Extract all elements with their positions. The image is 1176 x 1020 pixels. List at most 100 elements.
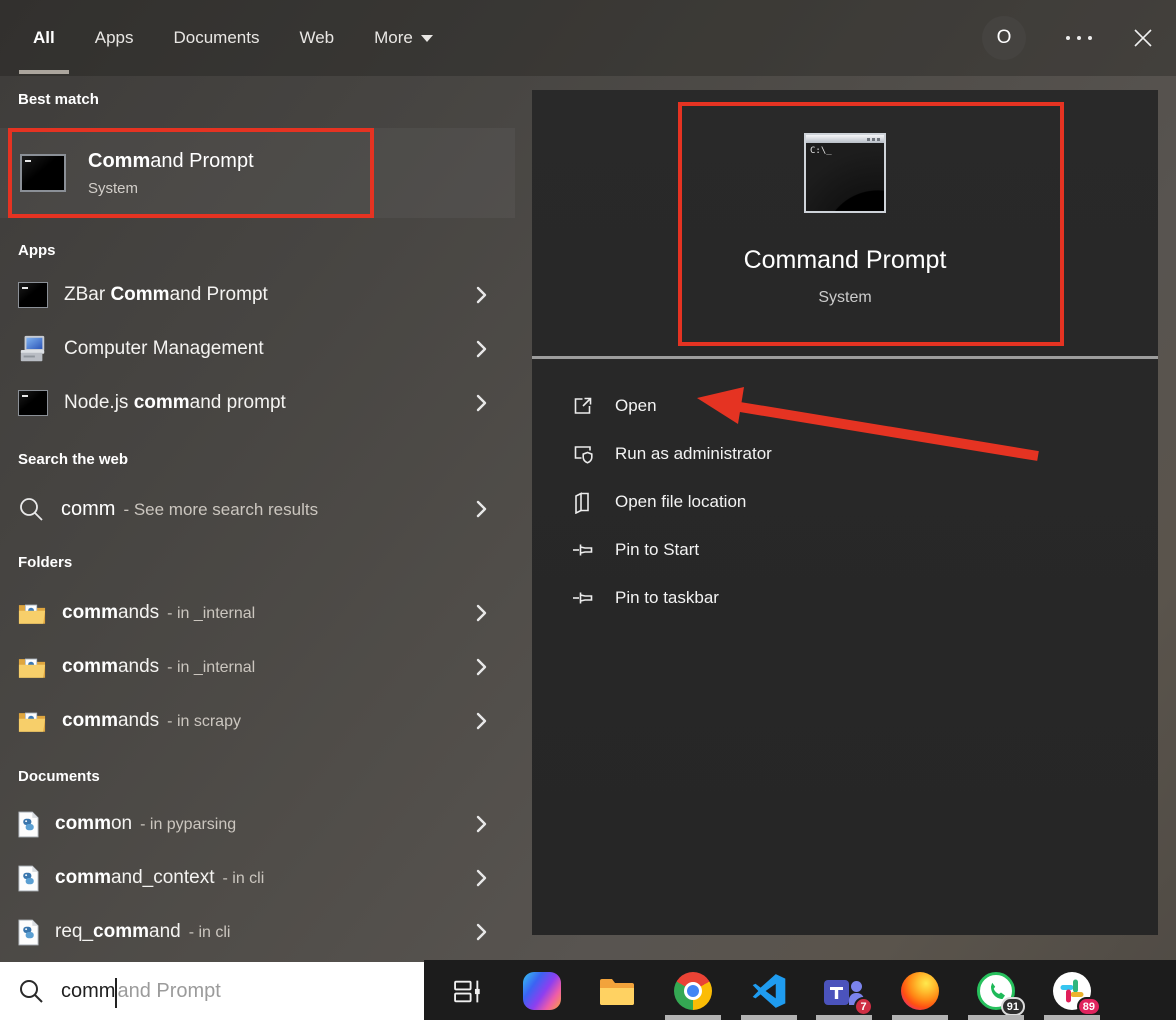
firefox-button[interactable] xyxy=(898,969,942,1013)
vscode-icon xyxy=(752,974,786,1008)
windows-search-flyout: All Apps Documents Web More O Best match… xyxy=(0,0,1176,1020)
running-indicator-firefox xyxy=(892,1015,948,1020)
action-open[interactable]: Open xyxy=(532,382,1158,430)
chevron-right-icon xyxy=(476,869,487,887)
preview-title: Command Prompt xyxy=(743,246,947,274)
chrome-button[interactable] xyxy=(671,969,715,1013)
chevron-right-icon xyxy=(476,340,487,358)
tab-documents[interactable]: Documents xyxy=(173,28,259,48)
result-folder-commands-scrapy[interactable]: commands - in scrapy xyxy=(0,694,515,748)
python-file-icon xyxy=(18,919,39,946)
chevron-right-icon xyxy=(476,658,487,676)
result-best-match-command-prompt[interactable]: Command Prompt System xyxy=(0,128,515,218)
firefox-icon xyxy=(901,972,939,1010)
result-subtitle: System xyxy=(88,179,139,197)
chevron-right-icon xyxy=(476,712,487,730)
whatsapp-button[interactable]: 91 xyxy=(974,969,1025,1016)
folder-icon xyxy=(18,655,46,680)
copilot-icon xyxy=(523,972,561,1010)
chevron-right-icon xyxy=(476,923,487,941)
result-nodejs-command-prompt[interactable]: Node.js command prompt xyxy=(0,376,515,430)
tab-more[interactable]: More xyxy=(374,28,433,48)
task-view-icon xyxy=(453,980,480,1002)
teams-notification-badge: 7 xyxy=(854,997,873,1016)
result-zbar-command-prompt[interactable]: ZBar Command Prompt xyxy=(0,268,515,322)
search-icon xyxy=(18,496,45,523)
action-pin-to-start[interactable]: Pin to Start xyxy=(532,526,1158,574)
python-file-icon xyxy=(18,865,39,892)
vscode-button[interactable] xyxy=(747,969,791,1013)
whatsapp-notification-badge: 91 xyxy=(1000,997,1025,1016)
running-indicator-teams xyxy=(816,1015,872,1020)
action-run-as-administrator[interactable]: Run as administrator xyxy=(532,430,1158,478)
running-indicator-vscode xyxy=(741,1015,797,1020)
copilot-button[interactable] xyxy=(520,969,564,1013)
command-prompt-large-icon: C:\_ xyxy=(804,133,886,213)
chevron-right-icon xyxy=(476,604,487,622)
computer-management-icon xyxy=(18,334,48,364)
search-input[interactable]: comm and Prompt xyxy=(0,962,424,1020)
context-actions: Open Run as administrator Open file loca… xyxy=(532,382,1158,622)
open-icon xyxy=(570,394,596,418)
tab-more-label: More xyxy=(374,28,413,47)
shield-icon xyxy=(570,442,596,466)
section-header-search-the-web: Search the web xyxy=(18,451,129,468)
section-header-apps: Apps xyxy=(18,242,56,259)
running-indicator-whatsapp xyxy=(968,1015,1024,1020)
slack-notification-badge: 89 xyxy=(1076,997,1101,1016)
file-explorer-button[interactable] xyxy=(595,969,639,1013)
running-indicator-slack xyxy=(1044,1015,1100,1020)
search-suggestion-text: and Prompt xyxy=(117,979,221,1002)
tab-apps[interactable]: Apps xyxy=(95,28,134,48)
result-doc-common[interactable]: common - in pyparsing xyxy=(0,797,515,851)
command-prompt-icon xyxy=(20,154,66,192)
pin-icon xyxy=(570,586,596,610)
teams-button[interactable]: 7 xyxy=(822,969,873,1016)
more-options-icon[interactable] xyxy=(1064,30,1094,46)
section-header-best-match: Best match xyxy=(18,91,99,108)
chevron-down-icon xyxy=(420,34,433,42)
pin-icon xyxy=(570,538,596,562)
result-doc-req-command[interactable]: req_command - in cli xyxy=(0,905,515,959)
folder-icon xyxy=(18,601,46,626)
action-open-file-location[interactable]: Open file location xyxy=(532,478,1158,526)
file-location-icon xyxy=(570,490,596,514)
chevron-right-icon xyxy=(476,394,487,412)
result-folder-commands-internal-2[interactable]: commands - in _internal xyxy=(0,640,515,694)
result-computer-management[interactable]: Computer Management xyxy=(0,322,515,376)
command-prompt-icon xyxy=(18,390,48,416)
running-indicator-chrome xyxy=(665,1015,721,1020)
result-folder-commands-internal-1[interactable]: commands - in _internal xyxy=(0,586,515,640)
search-typed-text: comm xyxy=(61,979,116,1002)
file-explorer-icon xyxy=(600,979,634,1005)
result-title: Command Prompt xyxy=(88,149,254,172)
folder-icon xyxy=(18,709,46,734)
preview-divider xyxy=(532,356,1158,359)
user-avatar[interactable]: O xyxy=(982,16,1026,60)
slack-button[interactable]: 89 xyxy=(1050,969,1101,1016)
preview-subtitle: System xyxy=(818,289,872,306)
python-file-icon xyxy=(18,811,39,838)
filter-tabs: All Apps Documents Web More xyxy=(33,0,433,76)
result-web-search-comm[interactable]: comm - See more search results xyxy=(0,482,515,536)
cmd-prompt-text: C:\_ xyxy=(810,146,832,156)
tab-web[interactable]: Web xyxy=(299,28,334,48)
search-results-list: Best match Command Prompt System Apps ZB… xyxy=(0,76,515,1020)
chrome-icon xyxy=(674,972,712,1010)
task-view-button[interactable] xyxy=(445,969,489,1013)
search-filter-bar: All Apps Documents Web More O xyxy=(0,0,1176,76)
taskbar: 7 91 89 xyxy=(424,960,1176,1020)
chevron-right-icon xyxy=(476,815,487,833)
action-pin-to-taskbar[interactable]: Pin to taskbar xyxy=(532,574,1158,622)
tab-all[interactable]: All xyxy=(33,28,55,48)
chevron-right-icon xyxy=(476,500,487,518)
close-icon[interactable] xyxy=(1132,27,1154,49)
active-tab-indicator xyxy=(19,70,69,74)
search-icon xyxy=(18,978,45,1005)
result-doc-command-context[interactable]: command_context - in cli xyxy=(0,851,515,905)
chevron-right-icon xyxy=(476,286,487,304)
preview-pane: C:\_ Command Prompt System Open Run as a… xyxy=(532,90,1158,935)
section-header-folders: Folders xyxy=(18,554,73,571)
section-header-documents: Documents xyxy=(18,768,100,785)
command-prompt-icon xyxy=(18,282,48,308)
